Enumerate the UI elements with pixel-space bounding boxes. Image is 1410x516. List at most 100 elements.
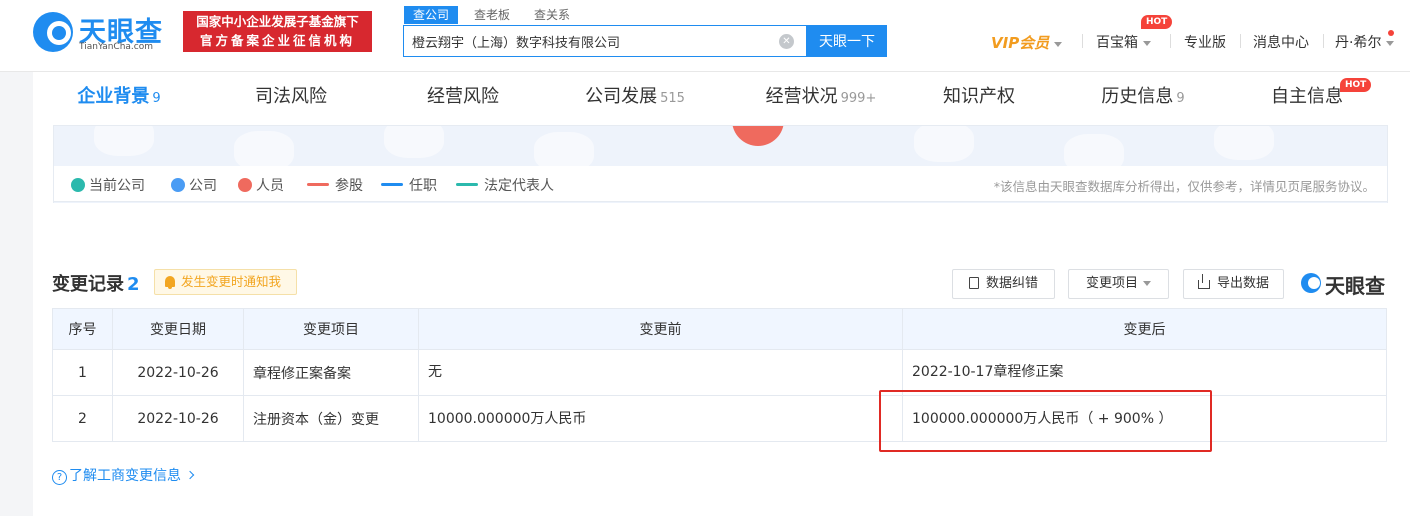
main-tabbar: 企业背景 9 司法风险 经营风险 公司发展 515 经营状况 999+ 知识产权 历史… <box>33 72 1410 124</box>
badge-line-2: 官方备案企业征信机构 <box>199 33 355 48</box>
brand-text: 天眼查 <box>1325 274 1385 298</box>
logo-eye-icon <box>33 12 73 52</box>
official-badge: 国家中小企业发展子基金旗下 官方备案企业征信机构 <box>183 11 372 52</box>
row-number: 2 <box>52 395 113 442</box>
logo-eye-icon <box>1301 273 1321 293</box>
hot-badge: HOT <box>1141 15 1173 29</box>
change-item: 章程修正案备案 <box>243 349 419 396</box>
section-count: 2 <box>127 274 140 295</box>
divider <box>1323 34 1324 48</box>
legend-label: 人员 <box>256 178 284 194</box>
tab-count: 999+ <box>840 91 877 106</box>
graph-bg-shape <box>234 131 294 171</box>
tab-operating-status[interactable]: 经营状况 999+ <box>721 72 921 124</box>
export-data-button[interactable]: 导出数据 <box>1183 269 1284 299</box>
highlight-annotation-box <box>879 390 1212 452</box>
chevron-down-icon <box>1054 41 1063 47</box>
pro-version-link[interactable]: 专业版 <box>1184 32 1226 52</box>
chevron-down-icon <box>1143 281 1151 286</box>
search-tab-relation[interactable]: 查关系 <box>534 6 570 24</box>
legend-position: 任职 <box>381 175 437 195</box>
notify-on-change-button[interactable]: 发生变更时通知我 <box>154 269 297 295</box>
divider <box>1170 34 1171 48</box>
site-logo[interactable]: 天眼查 TianYanCha.com <box>33 10 178 56</box>
row-number: 1 <box>52 349 113 396</box>
tab-intellectual-property[interactable]: 知识产权 <box>893 72 1065 124</box>
graph-person-node[interactable] <box>732 126 784 146</box>
button-label: 数据纠错 <box>985 276 1038 291</box>
tab-label: 经营状况 <box>765 86 838 107</box>
message-center-link[interactable]: 消息中心 <box>1253 32 1309 52</box>
divider <box>1082 34 1083 48</box>
change-date: 2022-10-26 <box>112 395 244 442</box>
tab-label: 知识产权 <box>943 86 1015 107</box>
column-header: 变更后 <box>902 308 1387 350</box>
table-row: 1 2022-10-26 章程修正案备案 无 2022-10-17章程修正案 <box>52 349 1387 396</box>
change-item: 注册资本（金）变更 <box>243 395 419 442</box>
chevron-down-icon <box>1143 40 1151 46</box>
graph-legend: 当前公司 公司 人员 参股 任职 法定代表人 *该信息由天眼查数据库分析得出，仅… <box>53 166 1388 202</box>
legend-label: 参股 <box>335 178 363 194</box>
treasure-box-menu[interactable]: 百宝箱 <box>1096 32 1151 52</box>
top-header: 天眼查 TianYanCha.com 国家中小企业发展子基金旗下 官方备案企业征… <box>0 0 1410 72</box>
column-header: 变更项目 <box>243 308 419 350</box>
column-header: 变更前 <box>418 308 903 350</box>
value-before: 无 <box>418 349 903 396</box>
tab-history[interactable]: 历史信息 9 <box>1057 72 1229 124</box>
search-tab-company[interactable]: 查公司 <box>404 6 459 24</box>
search-button[interactable]: 天眼一下 <box>807 25 887 57</box>
clear-icon[interactable]: ✕ <box>779 34 794 49</box>
tab-label: 公司发展 <box>585 86 658 107</box>
tab-label: 经营风险 <box>427 86 499 107</box>
dot-icon <box>238 178 252 192</box>
legend-legal-rep: 法定代表人 <box>456 175 554 195</box>
vip-label: VIP会员 <box>991 34 1050 52</box>
tab-legal-risk[interactable]: 司法风险 <box>205 72 377 124</box>
value-after[interactable]: 2022-10-17章程修正案 <box>902 349 1387 396</box>
legend-person: 人员 <box>238 175 284 195</box>
badge-line-1: 国家中小企业发展子基金旗下 <box>196 14 359 29</box>
graph-bg-shape <box>1214 126 1274 160</box>
change-records-title: 变更记录 2 <box>52 270 140 296</box>
chevron-right-icon <box>185 470 195 480</box>
section-title-text: 变更记录 <box>52 274 124 295</box>
content-card: 当前公司 公司 人员 参股 任职 法定代表人 *该信息由天眼查数据库分析得出，仅… <box>33 124 1410 516</box>
user-name: 丹·希尔 <box>1335 35 1382 51</box>
legend-label: 任职 <box>409 178 437 194</box>
graph-bg-shape <box>384 126 444 158</box>
chevron-down-icon <box>1386 40 1395 46</box>
tab-label: 历史信息 <box>1101 86 1174 107</box>
legend-label: 当前公司 <box>89 178 145 194</box>
treasure-box-label: 百宝箱 <box>1096 35 1138 51</box>
user-menu[interactable]: 丹·希尔 <box>1335 32 1395 52</box>
tab-label: 自主信息 <box>1271 86 1343 107</box>
column-header: 变更日期 <box>112 308 244 350</box>
search-box: ✕ <box>403 25 807 57</box>
tab-count: 515 <box>660 91 685 106</box>
table-header-row: 序号 变更日期 变更项目 变更前 变更后 <box>52 308 1387 350</box>
business-change-help-link[interactable]: ? 了解工商变更信息 <box>52 465 195 485</box>
change-item-filter[interactable]: 变更项目 <box>1068 269 1169 299</box>
tab-label: 司法风险 <box>255 86 327 107</box>
tab-company-development[interactable]: 公司发展 515 <box>549 72 721 124</box>
legend-shareholding: 参股 <box>307 175 363 195</box>
line-icon <box>307 183 329 186</box>
tab-operating-risk[interactable]: 经营风险 <box>377 72 549 124</box>
dot-icon <box>171 178 185 192</box>
help-label: 了解工商变更信息 <box>69 468 181 484</box>
button-label: 导出数据 <box>1216 276 1269 291</box>
tab-count: 9 <box>152 91 161 106</box>
data-correction-button[interactable]: 数据纠错 <box>952 269 1055 299</box>
vip-menu[interactable]: VIP会员 <box>991 32 1063 52</box>
document-icon <box>968 277 979 289</box>
search-tab-boss[interactable]: 查老板 <box>474 6 510 24</box>
logo-subtitle: TianYanCha.com <box>79 42 154 52</box>
dot-icon <box>71 178 85 192</box>
legend-label: 公司 <box>189 178 217 194</box>
search-input[interactable] <box>412 26 772 56</box>
notification-dot <box>1388 30 1394 36</box>
tab-company-background[interactable]: 企业背景 9 <box>33 72 205 124</box>
question-icon: ? <box>52 470 67 485</box>
notify-label: 发生变更时通知我 <box>181 274 282 289</box>
hot-badge: HOT <box>1340 78 1372 92</box>
